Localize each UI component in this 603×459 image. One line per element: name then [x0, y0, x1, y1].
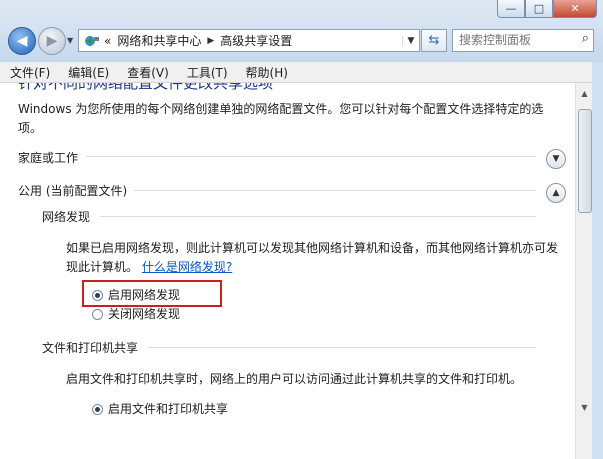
- radio-label: 关闭网络发现: [108, 307, 181, 321]
- network-discovery-text-1: 如果已启用网络发现，则此计算机可以发现其他网络计算机和设备，而其他网络计算机亦可…: [66, 241, 559, 255]
- radio-enable-network-discovery[interactable]: 启用网络发现: [92, 286, 180, 303]
- radio-enable-file-printer-sharing[interactable]: 启用文件和打印机共享: [92, 400, 228, 417]
- collapse-public-button[interactable]: ▲: [546, 183, 566, 203]
- search-input[interactable]: [453, 30, 571, 49]
- vertical-scrollbar[interactable]: ▲ ▼: [575, 83, 593, 459]
- maximize-button[interactable]: □: [525, 0, 553, 18]
- radio-label: 启用文件和打印机共享: [108, 402, 229, 416]
- divider: [100, 216, 536, 217]
- radio-disable-network-discovery[interactable]: 关闭网络发现: [92, 305, 180, 322]
- menu-edit[interactable]: 编辑(E): [58, 64, 117, 81]
- breadcrumb-network-center[interactable]: 网络和共享中心: [117, 32, 201, 49]
- menu-help[interactable]: 帮助(H): [236, 64, 296, 81]
- chevron-down-icon: ▼: [552, 154, 560, 164]
- expand-home-work-button[interactable]: ▼: [546, 149, 566, 169]
- minimize-button[interactable]: —: [497, 0, 525, 18]
- radio-label: 启用网络发现: [108, 288, 181, 302]
- address-dropdown-icon[interactable]: ▼: [402, 35, 419, 46]
- refresh-icon: ⇆: [428, 33, 440, 48]
- window-titlebar: — □ ✕ ◀ ▶ ▼ « 网络和共享中心 ▶ 高级共享设置 ▼ ⇆ ⌕: [0, 0, 603, 62]
- forward-button[interactable]: ▶: [38, 27, 66, 55]
- network-discovery-text-prefix: 现此计算机。: [66, 260, 139, 274]
- search-icon[interactable]: ⌕: [582, 31, 589, 46]
- address-bar[interactable]: « 网络和共享中心 ▶ 高级共享设置 ▼: [78, 29, 420, 52]
- recent-pages-dropdown[interactable]: ▼: [67, 36, 73, 45]
- chevron-up-icon: ▲: [552, 188, 560, 198]
- profile-public-label[interactable]: 公用 (当前配置文件): [18, 182, 127, 199]
- back-arrow-icon: ◀: [16, 33, 28, 49]
- refresh-button[interactable]: ⇆: [421, 29, 447, 52]
- network-discovery-text-2: 现此计算机。 什么是网络发现?: [66, 258, 232, 275]
- breadcrumb-overflow[interactable]: «: [104, 34, 111, 48]
- window-frame-edge: [592, 62, 603, 459]
- menu-bar: 文件(F) 编辑(E) 查看(V) 工具(T) 帮助(H): [0, 62, 603, 83]
- breadcrumb-separator-icon[interactable]: ▶: [207, 36, 214, 46]
- radio-selected-icon: [92, 290, 103, 301]
- back-button[interactable]: ◀: [8, 27, 36, 55]
- network-icon: [83, 34, 101, 48]
- divider: [134, 190, 536, 191]
- menu-tools[interactable]: 工具(T): [177, 64, 236, 81]
- menu-view[interactable]: 查看(V): [117, 64, 177, 81]
- search-box: ⌕: [452, 29, 594, 52]
- file-printer-sharing-title: 文件和打印机共享: [42, 341, 139, 355]
- forward-arrow-icon: ▶: [46, 33, 58, 49]
- file-printer-sharing-text: 启用文件和打印机共享时，网络上的用户可以访问通过此计算机共享的文件和打印机。: [66, 372, 523, 386]
- profile-home-work-label[interactable]: 家庭或工作: [18, 149, 78, 166]
- divider: [86, 156, 536, 157]
- close-button[interactable]: ✕: [553, 0, 597, 18]
- scrollbar-thumb[interactable]: [578, 109, 592, 213]
- menu-file[interactable]: 文件(F): [0, 64, 58, 81]
- radio-unselected-icon: [92, 309, 103, 320]
- network-discovery-title: 网络发现: [42, 210, 91, 224]
- breadcrumb-advanced-sharing[interactable]: 高级共享设置: [220, 32, 292, 49]
- scroll-up-icon[interactable]: ▲: [576, 85, 593, 101]
- description-line-1: Windows 为您所使用的每个网络创建单独的网络配置文件。您可以针对每个配置文…: [18, 102, 544, 116]
- radio-selected-icon: [92, 404, 103, 415]
- divider: [148, 347, 536, 348]
- content-pane: 针对不同的网络配置文件更改共享选项 Windows 为您所使用的每个网络创建单独…: [0, 83, 575, 459]
- description-line-2: 项。: [18, 121, 43, 135]
- window-controls: — □ ✕: [497, 0, 597, 18]
- what-is-network-discovery-link[interactable]: 什么是网络发现?: [142, 260, 232, 274]
- page-title: 针对不同的网络配置文件更改共享选项: [18, 83, 274, 92]
- scroll-down-icon[interactable]: ▼: [576, 399, 593, 415]
